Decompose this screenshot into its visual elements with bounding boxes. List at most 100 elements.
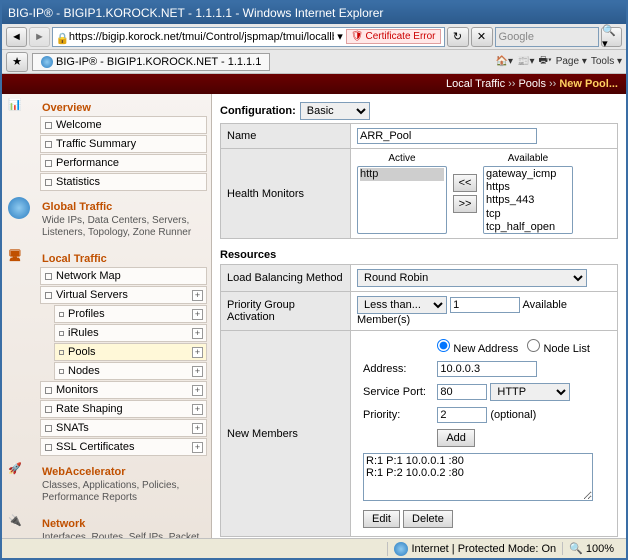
crumb-sep: ›› <box>508 78 515 90</box>
crumb-section[interactable]: Local Traffic <box>446 78 505 90</box>
browser-navbar: ◄ ► 🔒 https://bigip.korock.net/tmui/Cont… <box>2 24 626 50</box>
page-menu[interactable]: Page ▾ <box>556 53 587 70</box>
refresh-button[interactable]: ↻ <box>447 27 469 47</box>
network-icon: 🔌 <box>8 514 36 538</box>
sidebar-item-pools[interactable]: Pools+ <box>54 343 207 361</box>
service-port-proto-select[interactable]: HTTP <box>490 383 570 401</box>
delete-button[interactable]: Delete <box>403 510 453 528</box>
stop-button[interactable]: ✕ <box>471 27 493 47</box>
sidebar-item-nodes[interactable]: Nodes+ <box>54 362 207 380</box>
node-list-radio[interactable]: Node List <box>527 343 590 355</box>
feeds-menu[interactable]: 📰▾ <box>517 53 534 70</box>
lock-icon: 🔒 <box>56 32 66 42</box>
active-monitors-list[interactable]: http <box>357 166 447 234</box>
url-input[interactable]: 🔒 https://bigip.korock.net/tmui/Control/… <box>52 27 445 47</box>
sidebar-item-welcome[interactable]: Welcome <box>40 116 207 134</box>
certificate-error-badge[interactable]: 🛡 Certificate Error <box>346 29 441 44</box>
globe-icon <box>8 197 36 221</box>
add-button[interactable]: Add <box>437 429 475 447</box>
lb-method-select[interactable]: Round Robin <box>357 269 587 287</box>
new-members-label: New Members <box>221 331 351 537</box>
sidebar-item-performance[interactable]: Performance <box>40 154 207 172</box>
ie-toolbar: 🏠▾ 📰▾ 🖶▾ Page ▾ Tools ▾ <box>496 53 622 70</box>
panel-header-network[interactable]: 🔌 Network <box>4 514 207 532</box>
globe-icon <box>394 542 408 556</box>
priority-label: Priority: <box>359 405 431 425</box>
sidebar-item-monitors[interactable]: Monitors+ <box>40 381 207 399</box>
configuration-label: Configuration: <box>220 105 296 117</box>
expand-icon[interactable]: + <box>192 404 203 415</box>
available-header: Available <box>483 153 573 164</box>
move-left-button[interactable]: << <box>453 174 477 192</box>
accelerator-icon: 🚀 <box>8 462 36 486</box>
service-port-input[interactable] <box>437 384 487 400</box>
sidebar-item-ssl-certificates[interactable]: SSL Certificates+ <box>40 438 207 456</box>
favorites-button[interactable]: ★ <box>6 52 28 72</box>
new-address-radio[interactable]: New Address <box>437 343 518 355</box>
panel-header-local[interactable]: 🖥 Local Traffic <box>4 249 207 267</box>
print-menu[interactable]: 🖶▾ <box>539 53 552 70</box>
health-monitors-label: Health Monitors <box>221 149 351 239</box>
sidebar-item-profiles[interactable]: Profiles+ <box>54 305 207 323</box>
priority-optional-label: (optional) <box>490 409 536 421</box>
available-monitors-list[interactable]: gateway_icmphttpshttps_443tcptcp_half_op… <box>483 166 573 234</box>
expand-icon[interactable]: + <box>192 328 203 339</box>
tab-title: BIG-IP® - BIGIP1.KOROCK.NET - 1.1.1.1 <box>56 56 261 68</box>
panel-header-webaccelerator[interactable]: 🚀 WebAccelerator <box>4 462 207 480</box>
security-zone[interactable]: Internet | Protected Mode: On <box>387 542 562 556</box>
name-label: Name <box>221 124 351 149</box>
address-label: Address: <box>359 359 431 379</box>
panel-local: 🖥 Local Traffic Network Map Virtual Serv… <box>4 249 207 456</box>
panel-global: Global Traffic Wide IPs, Data Centers, S… <box>4 197 207 243</box>
sidebar-item-irules[interactable]: iRules+ <box>54 324 207 342</box>
dropdown-icon[interactable]: ▾ <box>337 30 343 43</box>
window-title: BIG-IP® - BIGIP1.KOROCK.NET - 1.1.1.1 - … <box>8 6 383 20</box>
priority-group-mode-select[interactable]: Less than... <box>357 296 447 314</box>
sidebar: 📊 Overview Welcome Traffic Summary Perfo… <box>2 94 212 538</box>
search-box[interactable]: Google <box>495 27 600 47</box>
browser-tabbar: ★ BIG-IP® - BIGIP1.KOROCK.NET - 1.1.1.1 … <box>2 50 626 74</box>
content-area: Configuration: Basic Name Health Monitor… <box>212 94 626 538</box>
crumb-page[interactable]: Pools <box>518 78 546 90</box>
address-input[interactable] <box>437 361 537 377</box>
forward-button[interactable]: ► <box>29 27 50 47</box>
name-input[interactable] <box>357 128 537 144</box>
lb-method-label: Load Balancing Method <box>221 265 351 292</box>
panel-overview: 📊 Overview Welcome Traffic Summary Perfo… <box>4 98 207 191</box>
browser-tab[interactable]: BIG-IP® - BIGIP1.KOROCK.NET - 1.1.1.1 <box>32 53 270 71</box>
members-listbox[interactable]: R:1 P:1 10.0.0.1 :80 R:1 P:2 10.0.0.2 :8… <box>363 453 593 501</box>
search-go-button[interactable]: 🔍▾ <box>601 27 622 47</box>
expand-icon[interactable]: + <box>192 423 203 434</box>
panel-header-global[interactable]: Global Traffic <box>4 197 207 215</box>
address-bar: 🔒 https://bigip.korock.net/tmui/Control/… <box>52 27 493 47</box>
expand-icon[interactable]: + <box>192 309 203 320</box>
expand-icon[interactable]: + <box>192 385 203 396</box>
expand-icon[interactable]: + <box>192 347 203 358</box>
configuration-select[interactable]: Basic <box>300 102 370 120</box>
sidebar-item-snats[interactable]: SNATs+ <box>40 419 207 437</box>
sidebar-item-network-map[interactable]: Network Map <box>40 267 207 285</box>
priority-input[interactable] <box>437 407 487 423</box>
back-button[interactable]: ◄ <box>6 27 27 47</box>
config-table: Name Health Monitors Active http << >> <box>220 123 618 239</box>
home-menu[interactable]: 🏠▾ <box>496 53 513 70</box>
edit-button[interactable]: Edit <box>363 510 400 528</box>
expand-icon[interactable]: + <box>192 290 203 301</box>
move-right-button[interactable]: >> <box>453 195 477 213</box>
crumb-current: New Pool... <box>559 78 618 90</box>
sidebar-item-rate-shaping[interactable]: Rate Shaping+ <box>40 400 207 418</box>
panel-header-overview[interactable]: 📊 Overview <box>4 98 207 116</box>
zoom-control[interactable]: 🔍 100% <box>562 542 620 555</box>
resources-heading: Resources <box>220 249 618 261</box>
tools-menu[interactable]: Tools ▾ <box>591 53 622 70</box>
expand-icon[interactable]: + <box>192 442 203 453</box>
browser-statusbar: Internet | Protected Mode: On 🔍 100% <box>2 538 626 558</box>
main-layout: 📊 Overview Welcome Traffic Summary Perfo… <box>2 94 626 538</box>
sidebar-item-traffic-summary[interactable]: Traffic Summary <box>40 135 207 153</box>
priority-group-count-input[interactable] <box>450 297 520 313</box>
service-port-label: Service Port: <box>359 381 431 403</box>
sidebar-item-virtual-servers[interactable]: Virtual Servers+ <box>40 286 207 304</box>
expand-icon[interactable]: + <box>192 366 203 377</box>
priority-group-label: Priority Group Activation <box>221 292 351 331</box>
sidebar-item-statistics[interactable]: Statistics <box>40 173 207 191</box>
